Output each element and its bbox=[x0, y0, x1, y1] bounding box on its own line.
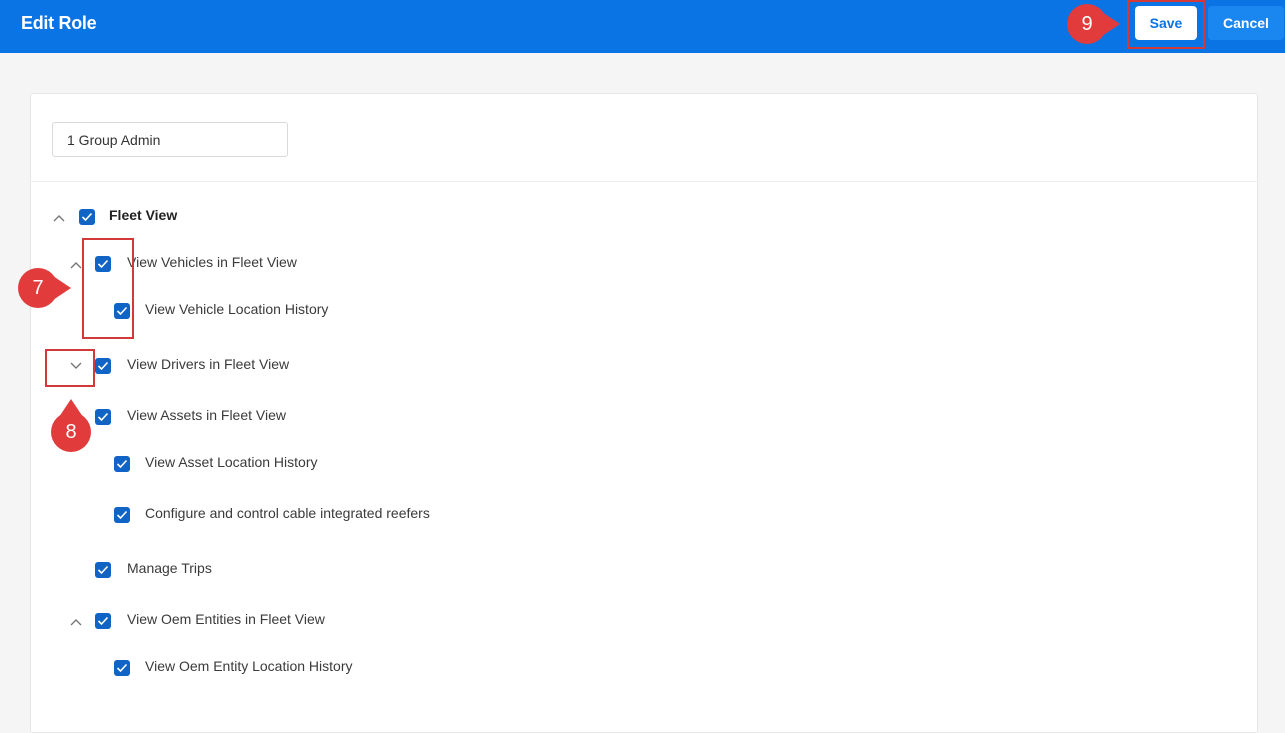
checkbox-view-drivers[interactable] bbox=[95, 358, 111, 374]
permission-label: View Asset Location History bbox=[145, 454, 318, 470]
page-title: Edit Role bbox=[21, 13, 97, 33]
chevron-up-icon[interactable] bbox=[69, 615, 83, 629]
chevron-down-icon[interactable] bbox=[69, 359, 83, 373]
chevron-up-icon[interactable] bbox=[52, 211, 66, 225]
permission-label: Configure and control cable integrated r… bbox=[145, 505, 430, 521]
permission-label: View Drivers in Fleet View bbox=[127, 356, 290, 372]
permission-label: Manage Trips bbox=[127, 560, 212, 576]
chevron-up-icon[interactable] bbox=[69, 258, 83, 272]
checkbox-view-vehicles[interactable] bbox=[95, 256, 111, 272]
check-icon bbox=[97, 259, 109, 269]
checkbox-view-assets[interactable] bbox=[95, 409, 111, 425]
check-icon bbox=[97, 361, 109, 371]
checkbox-view-vehicle-location-history[interactable] bbox=[114, 303, 130, 319]
step-marker-8: 8 bbox=[51, 399, 91, 452]
check-icon bbox=[116, 510, 128, 520]
checkbox-manage-trips[interactable] bbox=[95, 562, 111, 578]
permission-label: Fleet View bbox=[109, 207, 178, 223]
check-icon bbox=[97, 412, 109, 422]
role-name-input[interactable] bbox=[52, 122, 288, 157]
checkbox-configure-reefers[interactable] bbox=[114, 507, 130, 523]
checkbox-view-oem-entity-location-history[interactable] bbox=[114, 660, 130, 676]
checkbox-view-oem-entities[interactable] bbox=[95, 613, 111, 629]
permission-label: View Vehicles in Fleet View bbox=[127, 254, 297, 270]
check-icon bbox=[116, 663, 128, 673]
save-button[interactable]: Save bbox=[1135, 6, 1197, 40]
check-icon bbox=[97, 616, 109, 626]
check-icon bbox=[97, 565, 109, 575]
divider bbox=[30, 181, 1258, 182]
permission-label: View Vehicle Location History bbox=[145, 301, 329, 317]
step-marker-9: 9 bbox=[1067, 4, 1120, 44]
permission-label: View Oem Entities in Fleet View bbox=[127, 611, 325, 627]
cancel-button[interactable]: Cancel bbox=[1208, 6, 1284, 40]
checkbox-fleet-view[interactable] bbox=[79, 209, 95, 225]
check-icon bbox=[116, 306, 128, 316]
step-marker-7: 7 bbox=[18, 268, 71, 308]
checkbox-view-asset-location-history[interactable] bbox=[114, 456, 130, 472]
permission-label: View Oem Entity Location History bbox=[145, 658, 353, 674]
permission-label: View Assets in Fleet View bbox=[127, 407, 287, 423]
check-icon bbox=[81, 212, 93, 222]
check-icon bbox=[116, 459, 128, 469]
